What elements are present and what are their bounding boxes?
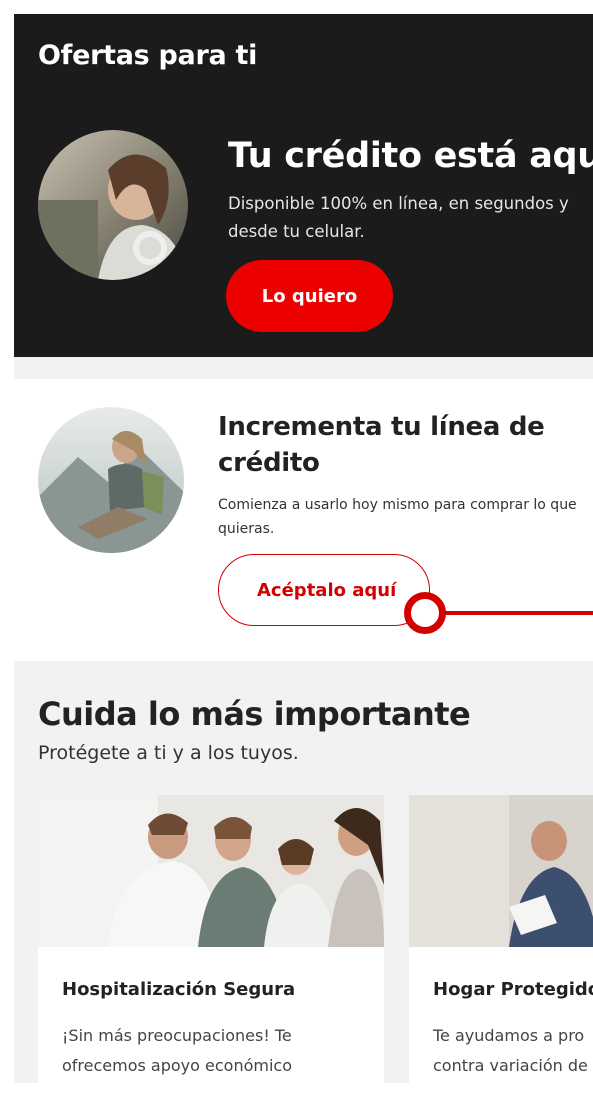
insurance-card-hospitalizacion[interactable]: Hospitalización Segura ¡Sin más preocupa… [38, 795, 384, 1083]
hospitalizacion-card-title: Hospitalización Segura [62, 979, 296, 1000]
description-line: ¡Sin más preocupaciones! Te [62, 1026, 292, 1045]
increment-offer-photo [38, 407, 184, 553]
description-line: Te ayudamos a pro [433, 1026, 585, 1045]
credit-offer-photo [38, 130, 188, 280]
hogar-card-description: Te ayudamos a pro contra variación de [433, 1021, 593, 1081]
app-frame: Ofertas para ti Tu crédito está aquí Dis… [14, 14, 593, 1083]
offers-section-title: Ofertas para ti [38, 40, 258, 71]
increment-offer-title: Incrementa tu línea de crédito [218, 412, 545, 478]
hogar-card-image [409, 795, 593, 947]
offers-section: Ofertas para ti Tu crédito está aquí Dis… [14, 14, 593, 357]
description-line: ofrecemos apoyo económico [62, 1056, 292, 1075]
aceptalo-aqui-button[interactable]: Acéptalo aquí [218, 554, 430, 626]
credit-offer-title: Tu crédito está aquí [228, 136, 593, 176]
description-line: contra variación de [433, 1056, 588, 1075]
lo-quiero-button[interactable]: Lo quiero [226, 260, 393, 332]
insurance-card-hogar[interactable]: Hogar Protegido Te ayudamos a pro contra… [409, 795, 593, 1083]
credit-offer-description: Disponible 100% en línea, en segundos y … [228, 194, 569, 241]
care-section-title: Cuida lo más importante [38, 695, 471, 733]
highlight-pointer-dot [404, 592, 446, 634]
hospitalizacion-card-description: ¡Sin más preocupaciones! Te ofrecemos ap… [62, 1021, 362, 1081]
care-section-subtitle: Protégete a ti y a los tuyos. [38, 742, 299, 764]
increment-offer-description: Comienza a usarlo hoy mismo para comprar… [218, 497, 577, 537]
hospitalizacion-card-image [38, 795, 384, 947]
increment-credit-card: Incrementa tu línea de crédito Comienza … [14, 379, 593, 661]
hogar-card-title: Hogar Protegido [433, 979, 593, 1000]
highlight-pointer-line [445, 611, 593, 615]
